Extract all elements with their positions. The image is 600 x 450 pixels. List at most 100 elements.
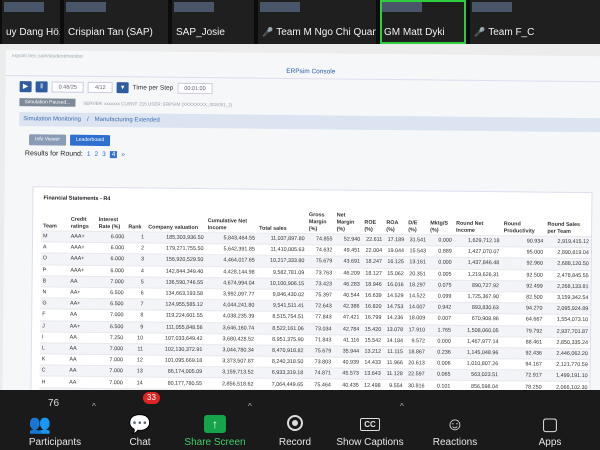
table-cell: 52.940 [334,233,363,246]
table-cell: 7.250 [95,332,126,344]
table-cell: 35.944 [333,345,362,358]
column-header[interactable]: Mktg/S (%) [428,213,454,235]
participant-name-text: SAP_Josie [176,27,225,38]
table-cell: 1,145,048.96 [452,347,501,359]
participant-tile[interactable]: uy Dang Hö... [2,0,60,44]
table-cell: 10,217,333.80 [256,255,307,268]
table-cell: 1 [126,231,147,244]
column-header[interactable]: Round Sales per Team [545,215,591,237]
table-cell: 563,023.51 [452,369,501,382]
table-cell: 42.386 [333,301,362,313]
table-cell: 3,159,342.54 [544,292,591,304]
participant-tile[interactable]: 🎤 Team M Ngo Chi Quan [258,0,376,44]
participant-tile[interactable]: SAP_Josie [172,0,254,44]
column-header[interactable]: D/E (%) [406,213,428,235]
column-header[interactable]: Round Net Income [454,214,502,236]
smiley-plus-icon: ☺ [445,414,465,434]
table-cell: 3,373,507.87 [204,355,256,368]
page-link-2[interactable]: 2 [94,151,98,158]
play-button[interactable]: ▶ [19,80,32,92]
tab-leaderboard[interactable]: Leaderboard [69,134,111,147]
table-cell: 3,646,160.74 [204,322,257,334]
chevron-up-icon[interactable]: ^ [92,402,96,411]
table-cell: 18.247 [361,256,385,269]
table-cell: 134,663,193.58 [145,287,206,300]
table-cell: 2,095,924.89 [544,303,591,315]
column-header[interactable]: Rank [126,210,146,232]
chevron-up-icon[interactable]: ^ [400,402,404,411]
table-cell: 40.544 [333,289,362,302]
table-cell: 94.167 [500,358,544,371]
table-cell: 0.006 [426,357,453,370]
shared-screen: erpsim.hec.ca/#/student/monitor ERPsim C… [0,44,600,390]
table-cell: 6.000 [96,265,126,277]
column-header[interactable]: Cumulative Net Income [206,211,258,233]
column-header[interactable]: Credit ratings [69,210,97,232]
page-link-4[interactable]: 4 [109,151,118,159]
captions-label: Show Captions [336,437,404,448]
table-cell: 185,303,936.50 [146,231,206,244]
table-cell: 11,410,005.63 [256,244,307,257]
pause-button[interactable]: ‖ [35,80,48,92]
table-cell: 10,100,906.15 [256,277,307,290]
table-cell: 890,727.92 [453,279,502,292]
column-header[interactable]: Team [41,209,69,231]
column-header[interactable]: Gross Margin (%) [307,212,335,234]
financial-panel: Financial Statements - R4 Team Credit rat… [30,186,593,390]
table-cell: 9.554 [382,379,405,390]
table-cell: 11,037,897.80 [256,233,307,245]
table-cell: 16.820 [361,301,384,313]
time-per-step-input[interactable]: 00:01:00 [177,82,213,94]
reactions-button[interactable]: ☺ Reactions [410,390,500,450]
column-header[interactable]: Round Productivity [502,214,546,236]
participants-button[interactable]: 76 👥 Participants ^ [0,390,110,450]
breadcrumb-root[interactable]: Simulation Monitoring [23,116,81,123]
record-button[interactable]: Record [260,390,330,450]
table-cell: 2,121,770.59 [543,359,590,371]
captions-button[interactable]: CC Show Captions ^ [330,390,410,450]
time-per-step-label: Time per Step [132,83,174,92]
table-cell: 0.005 [427,268,454,280]
participant-tile[interactable]: Crispian Tan (SAP) [64,0,168,44]
chat-button[interactable]: 33 💬 Chat [110,390,170,450]
day-box[interactable]: 4/12 [87,81,113,93]
column-header[interactable]: Interest Rate (%) [97,210,127,232]
column-header[interactable]: ROA (%) [384,213,406,235]
share-screen-button[interactable]: ↑ Share Screen ^ [170,390,260,450]
table-cell: 20.613 [404,357,427,370]
round-box[interactable]: 0:48/25 [51,80,85,93]
table-cell: 2,066,102.30 [543,381,590,390]
table-cell: 8,515,754.51 [256,311,306,324]
page-link-3[interactable]: 3 [102,151,106,158]
table-cell: 78.250 [499,381,544,390]
participant-tile[interactable]: 🎤 Team F_C [470,0,600,44]
column-header[interactable]: Total sales [257,212,307,234]
table-cell: 13.078 [383,323,406,336]
table-cell: 30.816 [404,380,427,390]
table-cell: 136,590,746.55 [145,276,206,289]
table-cell: 71.843 [305,334,334,346]
table-cell: 18.297 [405,279,428,291]
column-header[interactable]: Net Margin (%) [335,212,363,234]
table-cell: 16.016 [383,279,406,291]
page-next[interactable]: » [121,151,125,158]
table-cell: 82.500 [500,291,545,304]
tab-info-viewer[interactable]: Info Viewer [29,134,67,146]
table-cell: 4,038,235.39 [204,310,257,323]
table-cell: 1,219,626.31 [453,268,502,281]
step-dropdown-button[interactable]: ▾ [116,81,129,93]
apps-button[interactable]: ▢ Apps [500,390,600,450]
breadcrumb-current: Manufacturing Extended [94,116,160,124]
table-cell: O [40,253,69,265]
table-cell: 15.062 [383,268,406,280]
table-cell: 179,271,755.50 [146,243,206,255]
participant-tile[interactable]: GM Matt Dyki [380,0,466,44]
table-cell: 856,598.04 [452,380,501,390]
table-cell: 5,843,464.55 [205,232,258,245]
table-cell: 7 [125,298,146,311]
column-header[interactable]: ROE (%) [362,213,384,235]
table-cell: 64.667 [500,314,545,326]
page-link-1[interactable]: 1 [87,151,91,158]
chevron-up-icon[interactable]: ^ [248,402,252,411]
column-header[interactable]: Company valuation [146,210,206,232]
